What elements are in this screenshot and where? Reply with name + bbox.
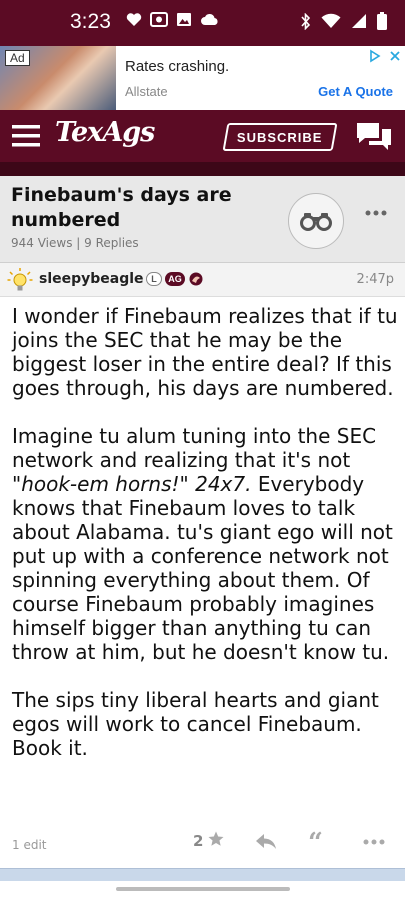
subscribe-button[interactable]: SUBSCRIBE (222, 123, 338, 151)
post-time: 2:47p (356, 272, 394, 287)
lightbulb-icon (7, 268, 33, 291)
author-badges: L AG (146, 272, 204, 286)
ad-headline[interactable]: Rates crashing. (125, 58, 229, 75)
wifi-icon (321, 13, 341, 28)
image-icon (177, 13, 191, 26)
mascot-badge-icon (189, 272, 203, 286)
system-icons (301, 12, 387, 30)
gesture-nav-handle[interactable] (116, 887, 290, 891)
ad-cta-link[interactable]: Get A Quote (318, 84, 393, 99)
app-header: TexAgs SUBSCRIBE (0, 110, 405, 162)
post-text: Everybody knows that Finebaum loves to t… (12, 472, 393, 664)
next-post-preview[interactable] (0, 868, 405, 881)
chat-icon[interactable] (355, 121, 393, 151)
post-body: I wonder if Finebaum realizes that if tu… (12, 304, 398, 784)
more-options-icon[interactable] (363, 839, 385, 845)
thread-header: Finebaum's days are numbered 944 Views |… (0, 176, 405, 263)
heart-icon (126, 13, 142, 26)
more-options-icon[interactable] (365, 210, 387, 216)
post-header: sleepybeagle L AG 2:47p (0, 263, 405, 297)
edit-count[interactable]: 1 edit (12, 838, 47, 852)
battery-icon (377, 12, 387, 30)
ad-advertiser: Allstate (125, 84, 168, 99)
close-icon[interactable] (387, 48, 403, 64)
ad-badge: Ad (5, 50, 30, 66)
ad-banner[interactable]: Ad Rates crashing. Allstate Get A Quote (0, 46, 405, 111)
ad-image[interactable]: Ad (0, 46, 116, 110)
texags-logo[interactable]: TexAgs (55, 117, 155, 148)
thread-meta: 944 Views | 9 Replies (11, 236, 139, 250)
quote-icon[interactable]: “ (308, 830, 323, 856)
badge-l: L (146, 272, 162, 286)
post-text: Imagine tu alum tuning into the SEC netw… (12, 424, 377, 472)
star-count: 2 (193, 832, 204, 850)
post-italic-text: "hook-em horns!" 24x7. (12, 472, 252, 496)
status-bar: 3:23 (0, 0, 405, 46)
menu-icon[interactable] (12, 125, 40, 147)
camera-icon (150, 12, 168, 27)
post-paragraph: Imagine tu alum tuning into the SEC netw… (12, 424, 398, 664)
watch-thread-button[interactable] (288, 193, 344, 249)
post-paragraph: The sips tiny liberal hearts and giant e… (12, 688, 379, 760)
post-author[interactable]: sleepybeagle (39, 271, 144, 287)
post-footer: 1 edit 2 “ (0, 822, 405, 866)
post-paragraph: I wonder if Finebaum realizes that if tu… (12, 304, 398, 400)
cloud-icon (201, 13, 218, 25)
status-time: 3:23 (70, 10, 111, 33)
subscribe-label: SUBSCRIBE (237, 129, 323, 145)
header-divider (0, 162, 405, 176)
signal-icon (352, 14, 366, 28)
star-icon[interactable] (207, 830, 225, 848)
notification-icons (126, 12, 219, 27)
reply-icon[interactable] (255, 832, 277, 850)
badge-ag: AG (165, 272, 185, 286)
thread-title: Finebaum's days are numbered (11, 184, 232, 231)
bluetooth-icon (301, 12, 311, 30)
binoculars-icon (300, 213, 332, 231)
adchoices-icon[interactable] (367, 48, 383, 64)
